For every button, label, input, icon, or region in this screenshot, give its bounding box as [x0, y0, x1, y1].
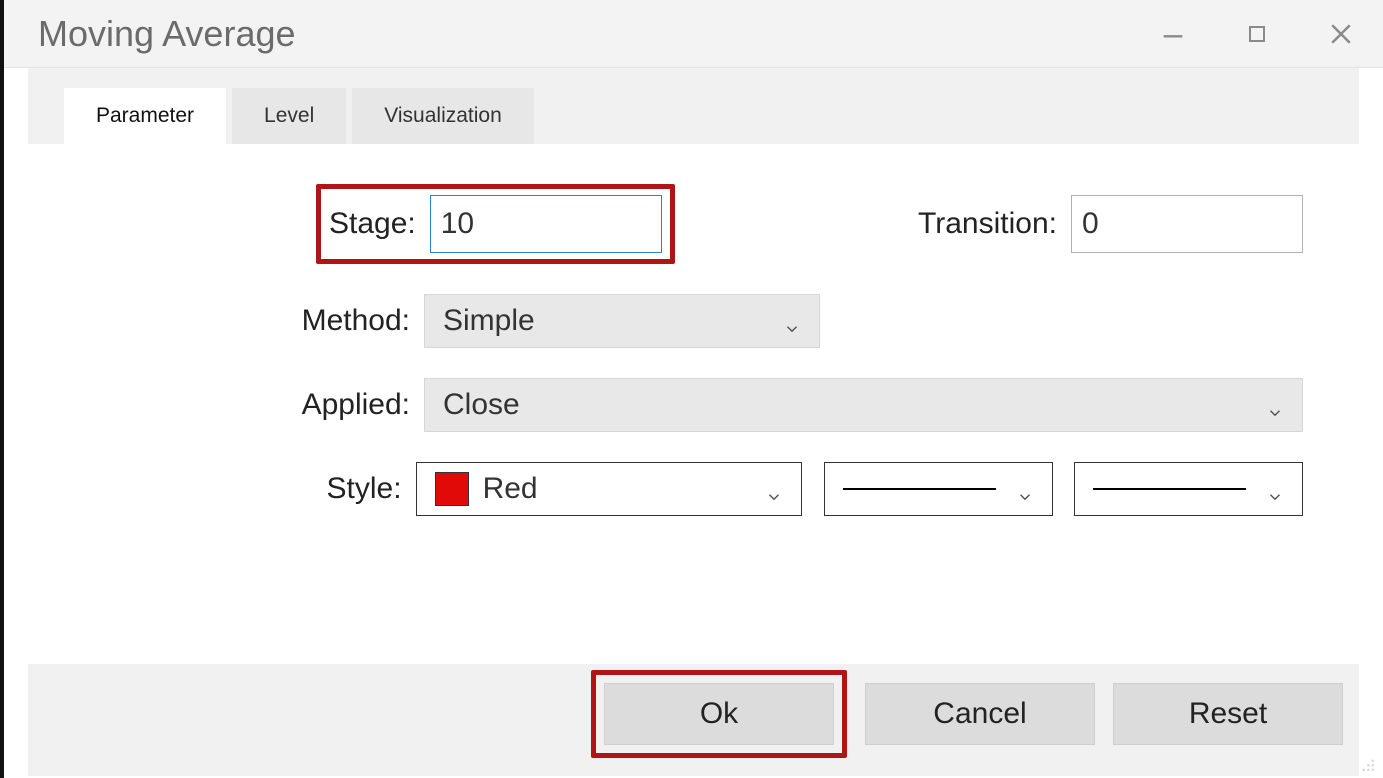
chevron-down-icon [1266, 480, 1284, 498]
ok-button[interactable]: Ok [604, 683, 834, 745]
stage-highlight: Stage: [316, 184, 675, 264]
tab-parameter[interactable]: Parameter [64, 88, 226, 144]
dialog-window: Moving Average Parameter Level Visualiza… [0, 0, 1383, 778]
style-color-name: Red [483, 472, 538, 506]
reset-button[interactable]: Reset [1113, 683, 1343, 745]
dialog-body: Parameter Level Visualization Stage: Tra… [28, 68, 1359, 664]
tab-visualization[interactable]: Visualization [352, 88, 534, 144]
applied-select[interactable]: Close [424, 378, 1303, 432]
ok-highlight: Ok [591, 670, 847, 758]
stage-input[interactable] [430, 195, 662, 253]
tab-strip: Parameter Level Visualization [28, 68, 1359, 144]
resize-grip-icon[interactable] [1357, 754, 1375, 772]
style-line-dash-select[interactable] [824, 462, 1053, 516]
line-width-sample [1093, 488, 1246, 490]
row-method: Method: Simple [84, 294, 1303, 348]
row-stage-transition: Stage: Transition: [84, 184, 1303, 264]
tab-level[interactable]: Level [232, 88, 346, 144]
title-bar: Moving Average [4, 0, 1383, 68]
style-label: Style: [84, 472, 416, 506]
minimize-button[interactable] [1155, 16, 1191, 52]
applied-label: Applied: [84, 388, 424, 422]
window-title: Moving Average [38, 13, 296, 55]
row-style: Style: Red [84, 462, 1303, 516]
cancel-button[interactable]: Cancel [865, 683, 1095, 745]
style-color-select[interactable]: Red [416, 462, 803, 516]
chevron-down-icon [1266, 396, 1284, 414]
close-button[interactable] [1323, 16, 1359, 52]
color-swatch [435, 472, 469, 506]
parameter-panel: Stage: Transition: Method: Simple [28, 144, 1359, 664]
transition-label: Transition: [918, 207, 1071, 241]
chevron-down-icon [1016, 480, 1034, 498]
method-value: Simple [443, 304, 535, 338]
chevron-down-icon [783, 312, 801, 330]
transition-input[interactable] [1071, 195, 1303, 253]
window-controls [1155, 16, 1359, 52]
chevron-down-icon [765, 480, 783, 498]
method-label: Method: [84, 304, 424, 338]
style-line-width-select[interactable] [1074, 462, 1303, 516]
maximize-button[interactable] [1239, 16, 1275, 52]
button-bar: Ok Cancel Reset [28, 664, 1359, 776]
stage-label: Stage: [329, 207, 430, 241]
line-dash-sample [843, 488, 996, 490]
method-select[interactable]: Simple [424, 294, 820, 348]
row-applied: Applied: Close [84, 378, 1303, 432]
applied-value: Close [443, 388, 520, 422]
